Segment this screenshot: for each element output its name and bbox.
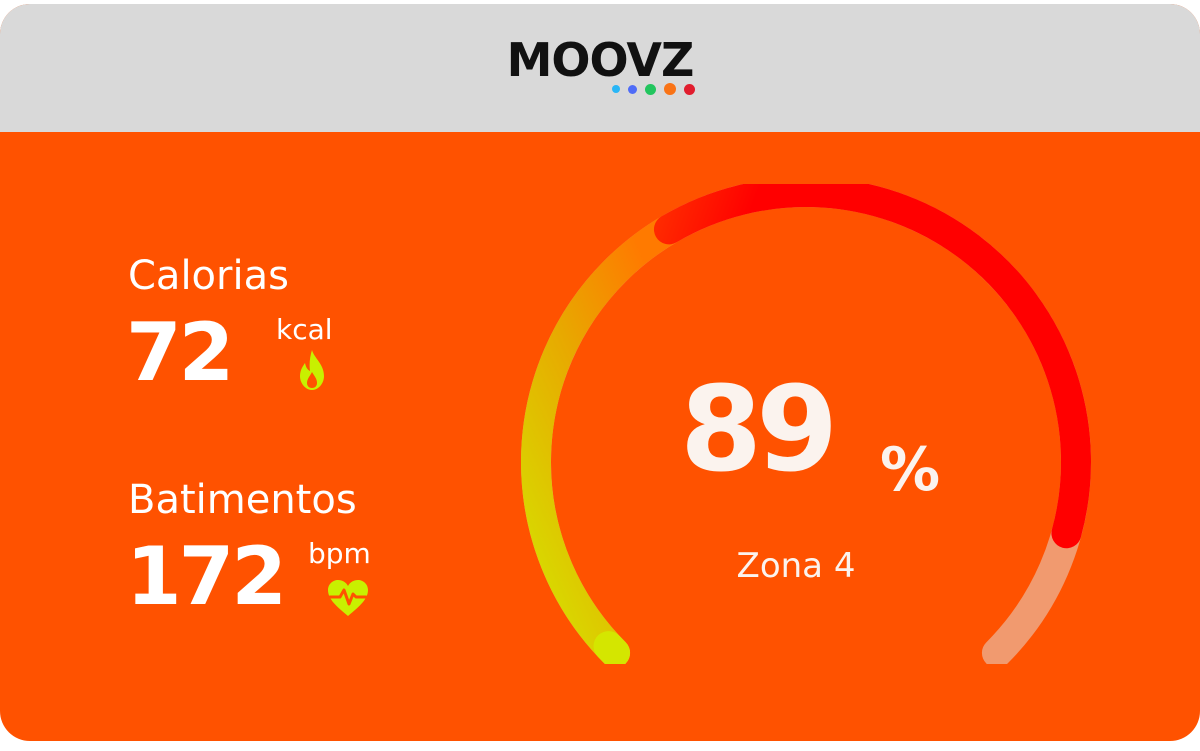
heart-rate-zone: Zona 4 xyxy=(736,546,856,586)
logo-dot xyxy=(628,84,637,94)
gauge-fill-low xyxy=(521,215,679,664)
logo-dot xyxy=(684,83,695,95)
logo-dot xyxy=(664,83,676,95)
flame-icon xyxy=(290,348,334,396)
heart-rate-unit: bpm xyxy=(308,537,371,570)
logo-dot xyxy=(612,85,620,93)
heart-rate-label: Batimentos xyxy=(128,477,357,523)
heart-rate-value: 172 xyxy=(126,530,287,623)
calories-unit: kcal xyxy=(276,313,333,346)
heart-pulse-icon xyxy=(326,578,370,622)
workout-card: MOOVZ Calorias 72 kcal Batimentos 172 bp… xyxy=(0,4,1200,741)
brand-logo: MOOVZ xyxy=(506,33,695,87)
brand-logo-dots xyxy=(612,83,695,95)
calories-value: 72 xyxy=(126,306,234,399)
gauge-percent-sign: % xyxy=(880,435,941,505)
gauge-start-cap xyxy=(593,631,631,664)
calories-label: Calorias xyxy=(128,253,289,299)
app-header: MOOVZ xyxy=(0,4,1200,132)
logo-dot xyxy=(645,83,656,95)
